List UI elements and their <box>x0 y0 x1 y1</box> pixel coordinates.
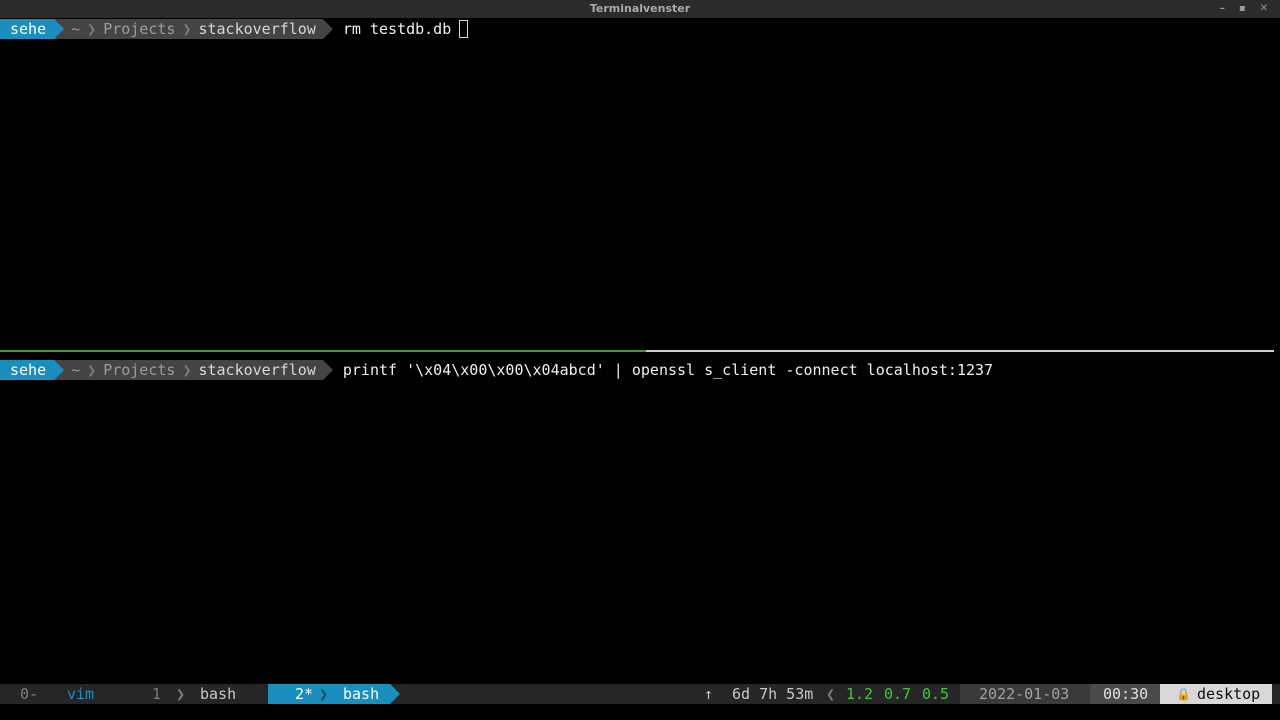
prompt-line: sehe ~ ❯ Projects ❯ stackoverflow rm tes… <box>0 19 469 39</box>
window-index-0[interactable]: 0- <box>20 684 38 704</box>
window-titlebar: Terminalvenster – ▪ ✕ <box>0 0 1280 18</box>
tmux-status-bar: 0- vim 1 ❯ bash 2* ❯ bash ↑ 6d 7h 53m ❮ … <box>0 684 1280 704</box>
prompt-dir-current: stackoverflow <box>191 360 323 380</box>
window-name-vim[interactable]: vim <box>67 684 94 704</box>
prompt-chevron-icon: ❯ <box>182 19 192 39</box>
prompt-user: sehe <box>0 19 55 39</box>
chevron-right-icon: ❯ <box>176 685 186 703</box>
prompt-separator-icon <box>54 19 65 39</box>
uptime: 6d 7h 53m <box>732 685 814 703</box>
prompt-user: sehe <box>0 360 55 380</box>
prompt-end-icon <box>322 19 333 39</box>
window-index-2[interactable]: 2* <box>295 684 313 704</box>
window-bottom-edge <box>0 704 1280 720</box>
prompt-chevron-icon: ❯ <box>87 19 97 39</box>
lock-icon: 🔒 <box>1176 687 1191 701</box>
load-15m: 0.5 <box>922 685 950 703</box>
window-index-1[interactable]: 1 <box>152 684 161 704</box>
window-controls: – ▪ ✕ <box>1220 0 1268 18</box>
prompt-end-icon <box>322 360 333 380</box>
chevron-left-icon: ❮ <box>826 685 836 703</box>
pane-divider[interactable] <box>646 350 1274 352</box>
prompt-home: ~ <box>64 360 88 380</box>
prompt-home: ~ <box>64 19 88 39</box>
command-text: rm testdb.db <box>342 20 452 38</box>
prompt-separator-icon <box>54 360 65 380</box>
prompt-dir-current: stackoverflow <box>191 19 323 39</box>
uptime-arrow-icon: ↑ <box>704 685 714 703</box>
time: 00:30 <box>1103 685 1149 703</box>
prompt-line: sehe ~ ❯ Projects ❯ stackoverflow printf… <box>0 360 993 380</box>
chevron-right-icon: ❯ <box>319 685 329 703</box>
active-window-arrow-icon <box>390 684 400 704</box>
prompt-chevron-icon: ❯ <box>87 360 97 380</box>
window-name-bash-active[interactable]: bash <box>343 684 379 704</box>
text-cursor <box>459 20 469 38</box>
load-5m: 0.7 <box>884 685 912 703</box>
terminal-pane-top[interactable]: sehe ~ ❯ Projects ❯ stackoverflow rm tes… <box>0 18 1280 350</box>
window-title: Terminalvenster <box>589 2 691 15</box>
prompt-chevron-icon: ❯ <box>182 360 192 380</box>
prompt-dir: Projects <box>96 360 183 380</box>
window-name-bash[interactable]: bash <box>200 684 236 704</box>
minimize-button[interactable]: – <box>1220 0 1225 18</box>
load-1m: 1.2 <box>846 685 874 703</box>
command-text: printf '\x04\x00\x00\x04abcd' | openssl … <box>342 361 994 379</box>
prompt-dir: Projects <box>96 19 183 39</box>
close-button[interactable]: ✕ <box>1260 0 1268 18</box>
maximize-button[interactable]: ▪ <box>1239 0 1246 18</box>
pane-divider-active[interactable] <box>0 350 646 352</box>
hostname: desktop <box>1197 685 1261 703</box>
terminal-pane-bottom[interactable]: sehe ~ ❯ Projects ❯ stackoverflow printf… <box>0 353 1280 683</box>
date: 2022-01-03 <box>979 685 1070 703</box>
